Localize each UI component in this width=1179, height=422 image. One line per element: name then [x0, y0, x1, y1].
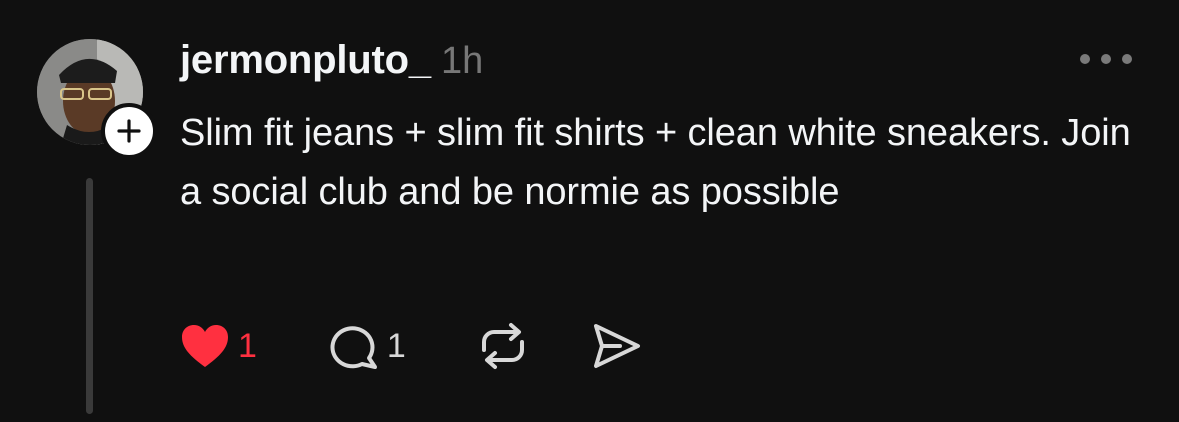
action-bar: 1 1	[180, 318, 642, 374]
post-text: Slim fit jeans + slim fit shirts + clean…	[180, 112, 1131, 213]
more-dots-icon	[1122, 54, 1132, 64]
heart-icon	[182, 325, 228, 367]
timestamp: 1h	[440, 40, 484, 82]
repost-button[interactable]	[478, 322, 528, 370]
post-header: jermonpluto_ 1h	[180, 38, 483, 86]
plus-icon	[117, 119, 141, 143]
comment-icon	[330, 326, 377, 369]
thread-line	[86, 178, 93, 414]
thread-post: jermonpluto_ 1h Slim fit jeans + slim fi…	[0, 0, 1179, 422]
repost-icon	[481, 323, 524, 369]
like-count: 1	[238, 326, 257, 365]
more-options-button[interactable]	[1080, 44, 1132, 74]
more-dots-icon	[1101, 54, 1111, 64]
reply-button[interactable]: 1	[329, 322, 406, 370]
username[interactable]: jermonpluto_	[180, 38, 431, 83]
more-dots-icon	[1080, 54, 1090, 64]
share-button[interactable]	[590, 322, 642, 370]
follow-button[interactable]	[101, 103, 157, 159]
like-button[interactable]: 1	[180, 323, 257, 369]
reply-count: 1	[386, 326, 406, 365]
send-icon	[593, 324, 640, 368]
